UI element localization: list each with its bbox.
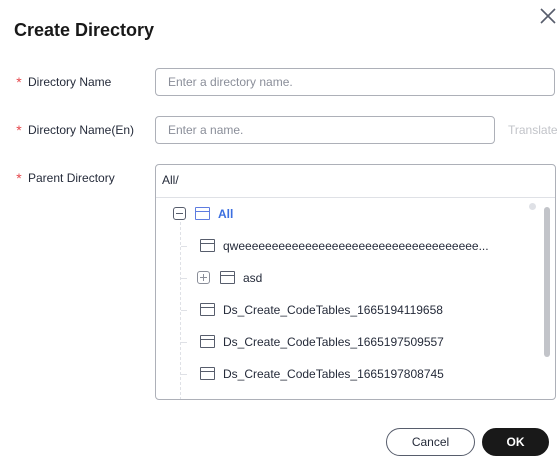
tree-node[interactable]: Ds_Create_CodeTables_1665197509557: [156, 332, 536, 352]
scroll-indicator: [529, 203, 536, 210]
folder-icon: [200, 367, 215, 380]
tree-node-root[interactable]: All: [156, 204, 356, 224]
tree-node[interactable]: qweeeeeeeeeeeeeeeeeeeeeeeeeeeeeeeeeeee..…: [156, 236, 536, 256]
folder-icon: [200, 303, 215, 316]
folder-icon: [200, 239, 215, 252]
tree-branch-line: [181, 246, 187, 247]
required-mark: *: [16, 122, 22, 138]
parent-directory-path[interactable]: All/: [156, 165, 555, 198]
required-mark: *: [16, 170, 22, 186]
tree-branch-line: [181, 342, 187, 343]
tree-node-label: All: [218, 207, 234, 221]
directory-name-label: * Directory Name: [14, 74, 111, 90]
parent-directory-label-text: Parent Directory: [28, 171, 115, 185]
collapse-icon[interactable]: [173, 207, 186, 220]
tree-node-label: Ds_Create_CodeTables_1665197808745: [223, 367, 444, 381]
directory-tree: All qweeeeeeeeeeeeeeeeeeeeeeeeeeeeeeeeee…: [156, 198, 555, 399]
tree-branch-line: [181, 310, 187, 311]
dialog-title: Create Directory: [14, 20, 155, 40]
tree-scrollbar[interactable]: [544, 207, 550, 357]
expand-icon[interactable]: [197, 271, 210, 284]
folder-icon: [220, 271, 235, 284]
tree-node-label: qweeeeeeeeeeeeeeeeeeeeeeeeeeeeeeeeeeee..…: [223, 239, 489, 253]
cancel-button[interactable]: Cancel: [386, 428, 475, 456]
directory-name-en-label-text: Directory Name(En): [28, 123, 135, 137]
tree-node[interactable]: Ds_Create_CodeTables_1665194119658: [156, 300, 536, 320]
folder-icon: [200, 335, 215, 348]
tree-node-label: Ds_Create_CodeTables_1665194119658: [223, 303, 443, 317]
tree-branch-line: [181, 374, 187, 375]
tree-node-label: Ds_Create_CodeTables_1665197509557: [223, 335, 444, 349]
directory-name-en-label: * Directory Name(En): [14, 122, 134, 138]
folder-icon: [195, 207, 210, 220]
close-icon[interactable]: [538, 6, 558, 26]
tree-node[interactable]: asd: [156, 268, 356, 288]
parent-directory-selector: All/ All qweeeeeeeeeeeeeeeeeeeeeeeeeeeee…: [155, 164, 556, 400]
directory-name-label-text: Directory Name: [28, 75, 112, 89]
tree-node[interactable]: Ds_Create_CodeTables_1665197808745: [156, 364, 536, 384]
ok-button[interactable]: OK: [482, 428, 549, 456]
tree-branch-line: [181, 278, 187, 279]
parent-directory-label: * Parent Directory: [14, 170, 115, 186]
directory-name-input[interactable]: [155, 68, 555, 96]
tree-node-label: asd: [243, 271, 263, 285]
required-mark: *: [16, 74, 22, 90]
translate-button[interactable]: Translate: [508, 123, 558, 137]
directory-name-en-input[interactable]: [155, 116, 495, 144]
